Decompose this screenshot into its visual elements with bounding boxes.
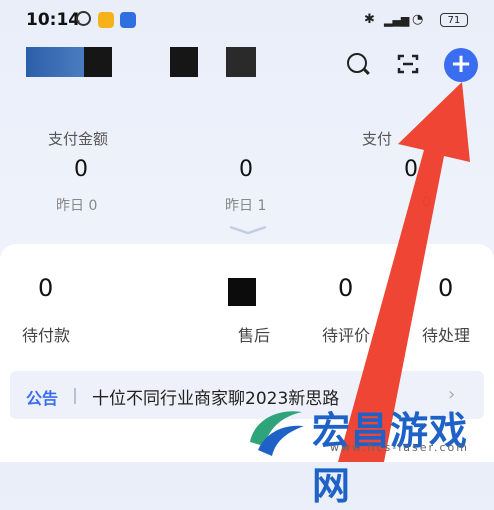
watermark-logo-icon bbox=[250, 411, 304, 456]
watermark-url: www.hcs-laser.com bbox=[330, 441, 469, 454]
watermark-title: 宏昌游戏网 bbox=[312, 409, 469, 508]
red-arrow-annotation bbox=[338, 82, 470, 462]
